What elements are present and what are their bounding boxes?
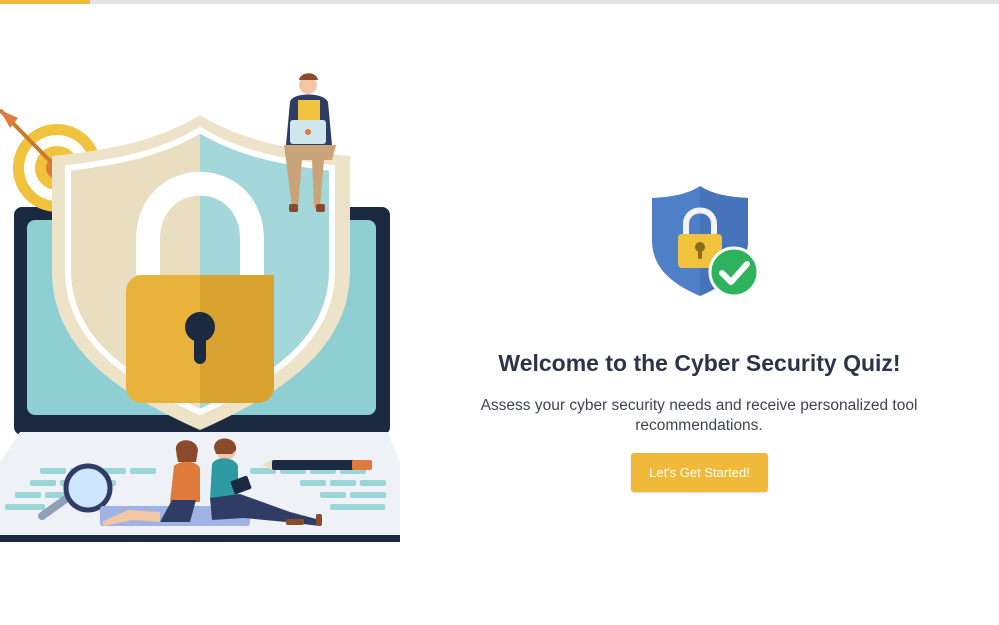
page-subtitle: Assess your cyber security needs and rec… bbox=[480, 397, 918, 434]
welcome-panel: Welcome to the Cyber Security Quiz! Asse… bbox=[400, 0, 999, 625]
get-started-button[interactable]: Let's Get Started! bbox=[631, 453, 768, 492]
pencil-illustration bbox=[262, 460, 372, 470]
page-title: Welcome to the Cyber Security Quiz! bbox=[498, 350, 901, 376]
shield-lock-check-icon bbox=[648, 182, 768, 302]
laptop-base-bottom bbox=[0, 535, 400, 542]
hero-illustration bbox=[0, 70, 400, 542]
progress-fill bbox=[0, 0, 90, 4]
